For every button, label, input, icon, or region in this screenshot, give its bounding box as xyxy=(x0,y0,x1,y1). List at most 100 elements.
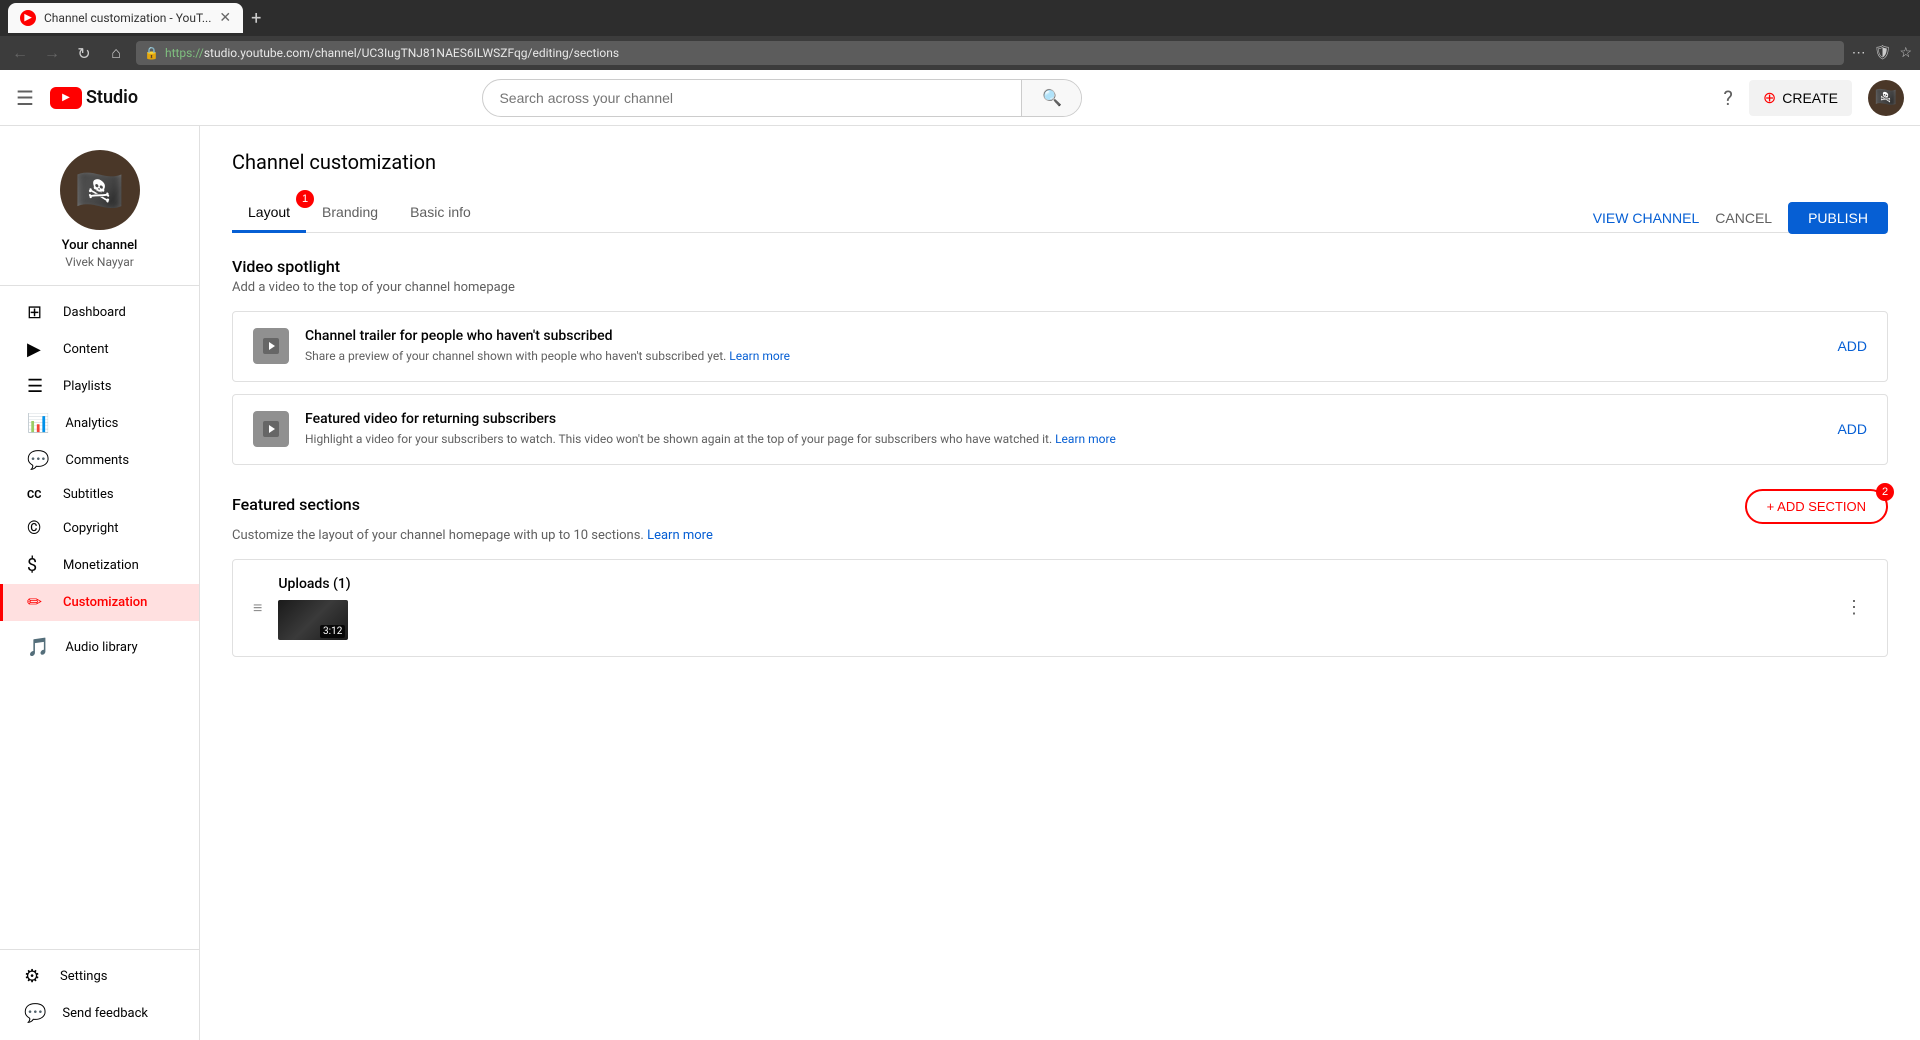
tab-branding-label: Branding xyxy=(322,204,378,220)
monetization-icon: $ xyxy=(27,555,47,576)
help-icon[interactable]: ? xyxy=(1723,86,1732,110)
tab-close-icon[interactable]: ✕ xyxy=(219,10,231,26)
featured-video-title: Featured video for returning subscribers xyxy=(305,411,1821,427)
browser-tabs: ▶ Channel customization - YouT... ✕ + xyxy=(0,0,1920,36)
content-label: Content xyxy=(63,342,109,357)
sidebar-item-dashboard[interactable]: ⊞ Dashboard xyxy=(0,294,199,331)
sidebar-item-customization[interactable]: ✏ Customization xyxy=(0,584,199,621)
tab-basic-info[interactable]: Basic info xyxy=(394,194,487,233)
featured-video-add-button[interactable]: ADD xyxy=(1837,421,1867,437)
view-channel-button[interactable]: VIEW CHANNEL xyxy=(1593,210,1700,226)
sidebar-item-analytics[interactable]: 📊 Analytics xyxy=(0,405,199,442)
active-tab[interactable]: ▶ Channel customization - YouT... ✕ xyxy=(8,3,243,33)
hamburger-icon[interactable]: ☰ xyxy=(16,86,34,110)
sidebar-item-copyright[interactable]: © Copyright xyxy=(0,510,199,547)
app-body: 🏴‍☠️ Your channel Vivek Nayyar ⊞ Dashboa… xyxy=(0,126,1920,1040)
sidebar-item-content[interactable]: ▶ Content xyxy=(0,331,199,368)
tab-layout-label: Layout xyxy=(248,204,290,220)
featured-video-desc-text: Highlight a video for your subscribers t… xyxy=(305,432,1055,446)
search-input[interactable] xyxy=(483,90,1021,106)
add-section-badge: 2 xyxy=(1876,483,1894,501)
add-section-button[interactable]: + ADD SECTION 2 xyxy=(1745,489,1888,524)
send-feedback-icon: 💬 xyxy=(24,1003,46,1024)
add-section-label: + ADD SECTION xyxy=(1767,499,1866,514)
uploads-more-options-button[interactable]: ⋮ xyxy=(1841,593,1867,622)
cancel-button[interactable]: CANCEL xyxy=(1715,210,1772,226)
channel-trailer-content: Channel trailer for people who haven't s… xyxy=(305,328,1821,365)
featured-video-icon xyxy=(253,411,289,447)
forward-icon[interactable]: → xyxy=(40,43,64,63)
sidebar-item-comments[interactable]: 💬 Comments xyxy=(0,442,199,479)
uploads-section: ≡ Uploads (1) 3:12 ⋮ xyxy=(232,559,1888,657)
shield-icon[interactable]: 🛡 xyxy=(1874,45,1892,61)
publish-button[interactable]: PUBLISH xyxy=(1788,202,1888,234)
sidebar-item-send-feedback[interactable]: 💬 Send feedback xyxy=(0,995,199,1032)
avatar[interactable]: 🏴‍☠️ xyxy=(1868,80,1904,116)
dashboard-icon: ⊞ xyxy=(27,302,47,323)
url-https: https:// xyxy=(165,46,204,60)
sidebar-item-playlists[interactable]: ☰ Playlists xyxy=(0,368,199,405)
analytics-icon: 📊 xyxy=(27,413,49,434)
sidebar-avatar: 🏴‍☠️ xyxy=(60,150,140,230)
featured-sections-header-left: Featured sections xyxy=(232,495,360,518)
sidebar-profile: 🏴‍☠️ Your channel Vivek Nayyar xyxy=(0,126,199,286)
customization-icon: ✏ xyxy=(27,592,47,613)
url-rest: studio.youtube.com/channel/UC3IugTNJ81NA… xyxy=(204,46,619,60)
create-button[interactable]: ⊕ CREATE xyxy=(1749,80,1852,116)
toolbar-actions: ⋯ 🛡 ☆ xyxy=(1852,45,1912,61)
sidebar-item-settings[interactable]: ⚙ Settings xyxy=(0,958,199,995)
customization-label: Customization xyxy=(63,595,147,610)
create-label: CREATE xyxy=(1782,90,1838,106)
reload-icon[interactable]: ↻ xyxy=(72,44,96,63)
featured-sections-desc: Customize the layout of your channel hom… xyxy=(232,528,1888,543)
star-icon[interactable]: ☆ xyxy=(1899,45,1912,61)
channel-trailer-icon xyxy=(253,328,289,364)
audio-library-icon: 🎵 xyxy=(27,637,49,658)
playlists-icon: ☰ xyxy=(27,376,47,397)
drag-handle-icon[interactable]: ≡ xyxy=(253,598,262,618)
url-text: https://studio.youtube.com/channel/UC3Iu… xyxy=(165,46,1836,60)
search-button[interactable]: 🔍 xyxy=(1021,79,1081,117)
page-actions: VIEW CHANNEL CANCEL PUBLISH xyxy=(1593,202,1888,234)
sidebar-item-audio-library[interactable]: 🎵 Audio library xyxy=(0,629,199,666)
page-title: Channel customization xyxy=(232,150,1888,174)
uploads-content: Uploads (1) 3:12 xyxy=(278,576,1825,640)
tab-branding[interactable]: Branding xyxy=(306,194,394,233)
featured-video-card: Featured video for returning subscribers… xyxy=(232,394,1888,465)
tab-layout[interactable]: Layout 1 xyxy=(232,194,306,233)
featured-video-learn-more[interactable]: Learn more xyxy=(1055,432,1116,446)
sidebar-item-subtitles[interactable]: CC Subtitles xyxy=(0,479,199,510)
header-actions: ? ⊕ CREATE 🏴‍☠️ xyxy=(1723,80,1904,116)
home-icon[interactable]: ⌂ xyxy=(104,43,128,63)
featured-sections-header: Featured sections + ADD SECTION 2 xyxy=(232,489,1888,524)
main-content: Channel customization Layout 1 Branding … xyxy=(200,126,1920,1040)
settings-icon: ⚙ xyxy=(24,966,44,987)
comments-label: Comments xyxy=(65,453,129,468)
sidebar-bottom: ⚙ Settings 💬 Send feedback xyxy=(0,949,199,1040)
address-bar[interactable]: 🔒 https://studio.youtube.com/channel/UC3… xyxy=(136,41,1844,65)
extensions-icon[interactable]: ⋯ xyxy=(1852,45,1866,61)
app-wrapper: ☰ ▶ Studio 🔍 ? ⊕ CREATE 🏴‍☠️ 🏴‍☠️ Your xyxy=(0,70,1920,1040)
back-icon[interactable]: ← xyxy=(8,43,32,63)
featured-sections-learn-more[interactable]: Learn more xyxy=(647,528,713,543)
video-duration: 3:12 xyxy=(320,625,345,638)
tab-favicon: ▶ xyxy=(20,10,36,26)
dashboard-label: Dashboard xyxy=(63,305,126,320)
channel-name: Your channel xyxy=(62,238,138,253)
search-bar: 🔍 xyxy=(482,79,1082,117)
sidebar-item-monetization[interactable]: $ Monetization xyxy=(0,547,199,584)
comments-icon: 💬 xyxy=(27,450,49,471)
subtitles-label: Subtitles xyxy=(63,487,114,502)
channel-trailer-add-button[interactable]: ADD xyxy=(1837,338,1867,354)
channel-trailer-learn-more[interactable]: Learn more xyxy=(729,349,790,363)
settings-label: Settings xyxy=(60,969,107,984)
browser-toolbar: ← → ↻ ⌂ 🔒 https://studio.youtube.com/cha… xyxy=(0,36,1920,70)
new-tab-icon[interactable]: + xyxy=(251,8,261,29)
video-spotlight-desc: Add a video to the top of your channel h… xyxy=(232,280,1888,295)
sidebar: 🏴‍☠️ Your channel Vivek Nayyar ⊞ Dashboa… xyxy=(0,126,200,1040)
yt-logo-text: Studio xyxy=(86,87,138,108)
copyright-icon: © xyxy=(27,518,47,539)
audio-library-label: Audio library xyxy=(65,640,137,655)
yt-logo[interactable]: ▶ Studio xyxy=(50,87,138,109)
create-plus-icon: ⊕ xyxy=(1763,88,1776,108)
